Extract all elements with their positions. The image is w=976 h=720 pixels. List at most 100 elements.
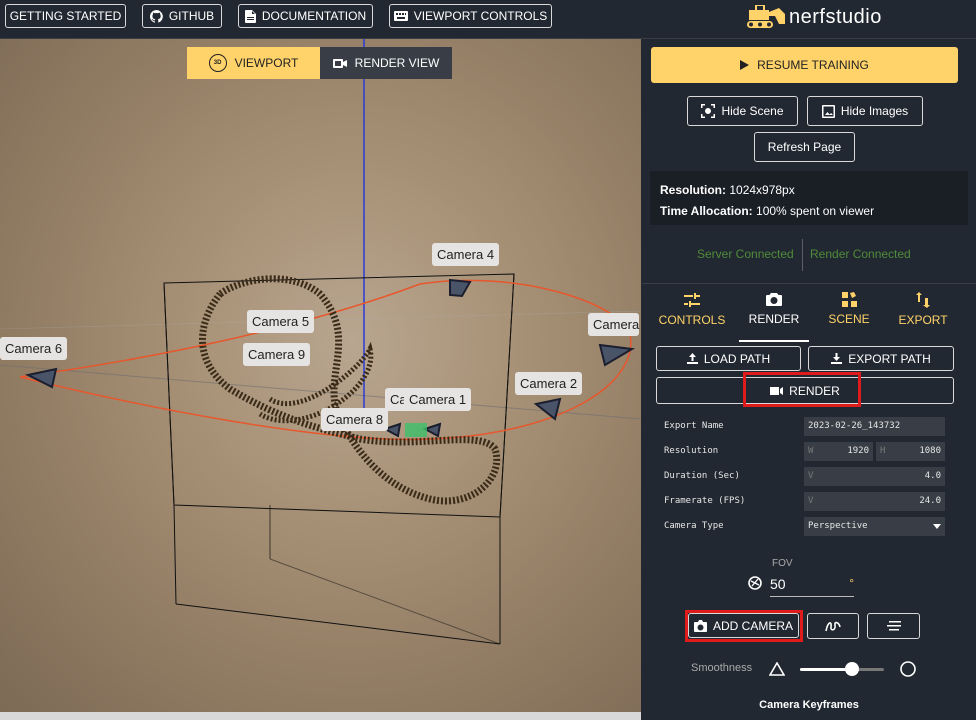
width-value: 1920 xyxy=(847,446,869,456)
viewport-toggle[interactable]: 3D VIEWPORT xyxy=(187,47,320,79)
taskbar-strip xyxy=(0,712,641,720)
github-button[interactable]: GITHUB xyxy=(142,4,222,28)
fov-unit: ° xyxy=(849,576,854,590)
time-allocation-label: Time Allocation: xyxy=(660,204,753,218)
load-path-button[interactable]: LOAD PATH xyxy=(656,346,801,371)
camera-label[interactable]: Camera 5 xyxy=(247,310,315,333)
framerate-label: Framerate (FPS) xyxy=(664,496,746,506)
list-tool-button[interactable] xyxy=(867,613,920,639)
smoothness-label: Smoothness xyxy=(691,662,753,674)
refresh-page-label: Refresh Page xyxy=(767,140,842,154)
tab-controls-label: CONTROLS xyxy=(658,313,726,327)
image-icon xyxy=(821,104,835,118)
resolution-label: Resolution: xyxy=(660,183,726,197)
camera-type-select[interactable]: Perspective xyxy=(804,517,945,536)
fov-value: 50 xyxy=(770,576,786,592)
hide-images-label: Hide Images xyxy=(840,104,909,118)
camera-type-value: Perspective xyxy=(808,521,868,531)
duration-label: Duration (Sec) xyxy=(664,471,740,481)
export-path-button[interactable]: EXPORT PATH xyxy=(808,346,954,371)
tab-scene-label: SCENE xyxy=(828,312,870,326)
refresh-page-button[interactable]: Refresh Page xyxy=(754,132,855,162)
viewport-toggle-label: VIEWPORT xyxy=(234,56,299,70)
camera-label[interactable]: Camera 1 xyxy=(404,388,472,411)
time-allocation-value: 100% spent on viewer xyxy=(756,204,875,218)
camera-type-label: Camera Type xyxy=(664,521,724,531)
tab-export-label: EXPORT xyxy=(898,313,948,327)
camera-label[interactable]: Camera 4 xyxy=(432,243,500,266)
hide-scene-label: Hide Scene xyxy=(721,104,784,118)
camera-icon xyxy=(766,293,782,306)
fov-label: FOV xyxy=(772,558,793,569)
keyboard-icon xyxy=(393,11,408,21)
bulldozer-icon xyxy=(747,5,785,28)
camera-label[interactable]: Camera 2 xyxy=(515,372,583,395)
play-icon xyxy=(740,60,750,70)
slider-thumb[interactable] xyxy=(845,662,860,676)
circle-icon xyxy=(900,661,916,677)
getting-started-button[interactable]: GETTING STARTED xyxy=(5,4,126,28)
tab-scene[interactable]: SCENE xyxy=(814,292,884,340)
download-icon xyxy=(831,353,843,364)
fov-input[interactable]: 50 ° xyxy=(770,576,854,597)
resolution-value: 1024x978px xyxy=(729,183,795,197)
export-name-label: Export Name xyxy=(664,421,724,431)
tab-export[interactable]: EXPORT xyxy=(888,292,958,340)
lines-icon xyxy=(886,621,901,631)
height-prefix: H xyxy=(880,446,886,456)
github-icon xyxy=(149,9,163,23)
highlight-box xyxy=(743,372,861,407)
document-icon xyxy=(244,9,256,23)
framerate-input[interactable]: V 24.0 xyxy=(804,492,945,511)
duration-input[interactable]: V 4.0 xyxy=(804,467,945,486)
server-status: Server Connected xyxy=(697,247,794,261)
export-icon xyxy=(916,292,930,308)
resume-training-button[interactable]: RESUME TRAINING xyxy=(651,47,958,83)
viewport-controls-label: VIEWPORT CONTROLS xyxy=(413,9,548,23)
hide-images-button[interactable]: Hide Images xyxy=(807,96,923,126)
resolution-width-input[interactable]: W 1920 xyxy=(804,442,873,461)
focus-icon xyxy=(701,104,716,118)
aperture-icon xyxy=(748,576,762,590)
export-path-label: EXPORT PATH xyxy=(848,351,931,366)
duration-value: 4.0 xyxy=(924,471,941,481)
camera-keyframes-heading: Camera Keyframes xyxy=(759,699,859,711)
getting-started-label: GETTING STARTED xyxy=(9,9,122,23)
render-status: Render Connected xyxy=(810,247,911,261)
render-view-toggle-label: RENDER VIEW xyxy=(354,56,440,70)
highlight-box xyxy=(685,610,803,642)
framerate-prefix: V xyxy=(808,496,814,506)
tab-render[interactable]: RENDER xyxy=(739,292,809,342)
framerate-value: 24.0 xyxy=(919,496,941,506)
resolution-height-input[interactable]: H 1080 xyxy=(876,442,945,461)
path-tool-button[interactable] xyxy=(807,613,859,639)
path-icon xyxy=(825,621,841,632)
upload-icon xyxy=(686,353,698,364)
top-bar: GETTING STARTED GITHUB DOCUMENTATION VIE… xyxy=(0,0,976,39)
github-label: GITHUB xyxy=(168,9,215,23)
hide-scene-button[interactable]: Hide Scene xyxy=(687,96,798,126)
camera-label[interactable]: Camera xyxy=(588,313,640,336)
documentation-button[interactable]: DOCUMENTATION xyxy=(238,4,373,28)
info-box: Resolution: 1024x978px Time Allocation: … xyxy=(650,171,968,225)
resume-training-label: RESUME TRAINING xyxy=(757,58,869,72)
export-name-input[interactable]: 2023-02-26_143732 xyxy=(804,417,945,436)
grid-icon xyxy=(841,292,857,307)
load-path-label: LOAD PATH xyxy=(703,351,771,366)
tab-controls[interactable]: CONTROLS xyxy=(657,292,727,340)
camera-label[interactable]: Camera 9 xyxy=(243,343,311,366)
nerfstudio-logo: nerfstudio xyxy=(745,4,882,30)
side-panel: RESUME TRAINING Hide Scene Hide Images R… xyxy=(642,39,976,720)
duration-prefix: V xyxy=(808,471,814,481)
3d-viewport[interactable]: 3D VIEWPORT RENDER VIEW Camera 4 Camera … xyxy=(0,39,641,712)
viewport-controls-button[interactable]: VIEWPORT CONTROLS xyxy=(389,4,552,28)
camera-label[interactable]: Camera 6 xyxy=(0,337,68,360)
width-prefix: W xyxy=(808,446,814,456)
video-camera-icon xyxy=(332,58,347,68)
render-view-toggle[interactable]: RENDER VIEW xyxy=(320,47,452,79)
smoothness-slider[interactable] xyxy=(800,662,884,676)
dropdown-arrow-icon xyxy=(933,524,941,529)
resolution-form-label: Resolution xyxy=(664,446,719,456)
camera-label[interactable]: Camera 8 xyxy=(321,408,389,431)
resolution-line: Resolution: 1024x978px xyxy=(660,183,795,197)
